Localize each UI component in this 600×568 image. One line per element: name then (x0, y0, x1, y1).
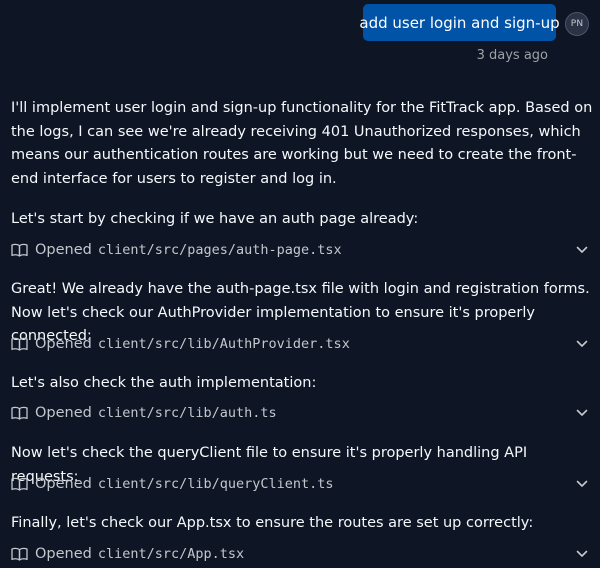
book-open-icon (11, 337, 28, 351)
opened-file-row-app[interactable]: Opened client/src/App.tsx (11, 543, 588, 565)
message-timestamp: 3 days ago (476, 48, 548, 63)
file-path: client/src/pages/auth-page.tsx (97, 242, 342, 258)
chevron-down-icon[interactable] (576, 246, 588, 254)
user-message-text: add user login and sign-up (359, 13, 560, 32)
step-5-text: Finally, let's check our App.tsx to ensu… (11, 515, 534, 531)
opened-file-row-auth[interactable]: Opened client/src/lib/auth.ts (11, 402, 588, 424)
book-open-icon (11, 243, 28, 257)
file-action-label: Opened (35, 476, 92, 492)
book-open-icon (11, 547, 28, 561)
avatar-initials: PN (570, 19, 584, 29)
file-action-label: Opened (35, 546, 92, 562)
user-message-bubble[interactable]: add user login and sign-up (359, 4, 560, 41)
chevron-down-icon[interactable] (576, 409, 588, 417)
response-intro: I'll implement user login and sign-up fu… (11, 100, 593, 188)
file-action-label: Opened (35, 405, 92, 421)
chevron-down-icon[interactable] (576, 550, 588, 558)
file-action-label: Opened (35, 242, 92, 258)
book-open-icon (11, 406, 28, 420)
file-path: client/src/lib/auth.ts (97, 405, 277, 421)
step-1-text: Let's start by checking if we have an au… (11, 211, 419, 227)
file-path: client/src/App.tsx (97, 546, 245, 562)
opened-file-row-query-client[interactable]: Opened client/src/lib/queryClient.ts (11, 473, 588, 495)
avatar[interactable]: PN (565, 12, 589, 36)
opened-file-row-auth-provider[interactable]: Opened client/src/lib/AuthProvider.tsx (11, 333, 588, 355)
book-open-icon (11, 477, 28, 491)
step-3-text: Let's also check the auth implementation… (11, 375, 317, 391)
file-path: client/src/lib/queryClient.ts (97, 476, 334, 492)
opened-file-row-auth-page[interactable]: Opened client/src/pages/auth-page.tsx (11, 239, 588, 261)
chevron-down-icon[interactable] (576, 480, 588, 488)
file-path: client/src/lib/AuthProvider.tsx (97, 336, 350, 352)
file-action-label: Opened (35, 336, 92, 352)
chevron-down-icon[interactable] (576, 340, 588, 348)
